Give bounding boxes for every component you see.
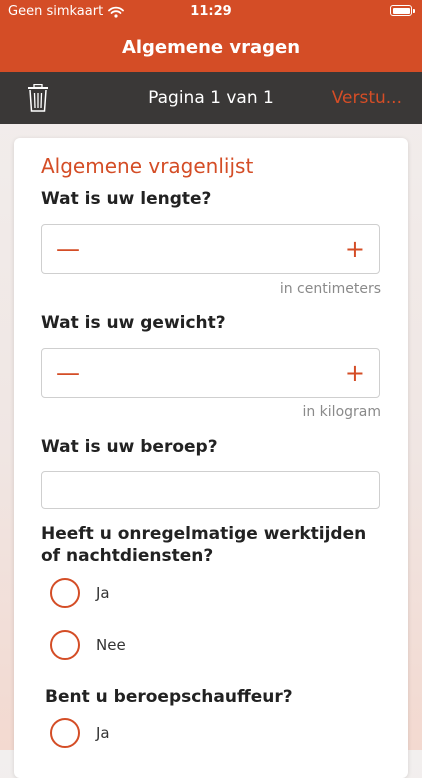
height-stepper[interactable]: — +: [41, 224, 380, 274]
weight-unit: in kilogram: [302, 404, 381, 420]
send-button[interactable]: Verstu...: [332, 88, 402, 108]
battery-icon: [390, 5, 415, 16]
question-irregular-hours-label: Heeft u onregelmatige werktijden of nach…: [41, 524, 367, 566]
option-irregular-ja[interactable]: Ja: [50, 578, 110, 608]
form-title: Algemene vragenlijst: [41, 154, 254, 178]
question-profession-label: Wat is uw beroep?: [41, 437, 218, 457]
increment-button[interactable]: +: [345, 236, 365, 262]
question-professional-driver-label: Bent u beroepschauffeur?: [45, 687, 293, 707]
option-driver-ja[interactable]: Ja: [50, 718, 110, 748]
decrement-button[interactable]: —: [56, 360, 80, 386]
decrement-button[interactable]: —: [56, 236, 80, 262]
weight-stepper[interactable]: — +: [41, 348, 380, 398]
app-header: Geen simkaart 11:29 Algemene vragen: [0, 0, 422, 72]
radio-button[interactable]: [50, 718, 80, 748]
radio-button[interactable]: [50, 578, 80, 608]
question-weight-label: Wat is uw gewicht?: [41, 313, 226, 333]
option-label: Ja: [96, 724, 110, 742]
status-time: 11:29: [190, 4, 232, 19]
page-title: Algemene vragen: [121, 37, 301, 58]
option-label: Ja: [96, 584, 110, 602]
option-irregular-nee[interactable]: Nee: [50, 630, 126, 660]
increment-button[interactable]: +: [345, 360, 365, 386]
profession-input[interactable]: [41, 471, 380, 509]
status-bar: Geen simkaart 11:29: [0, 0, 422, 24]
option-label: Nee: [96, 636, 126, 654]
form-card: Algemene vragenlijst Wat is uw lengte? —…: [14, 138, 408, 778]
radio-button[interactable]: [50, 630, 80, 660]
question-height-label: Wat is uw lengte?: [41, 189, 212, 209]
toolbar: Pagina 1 van 1 Verstu...: [0, 72, 422, 124]
height-unit: in centimeters: [279, 281, 381, 297]
